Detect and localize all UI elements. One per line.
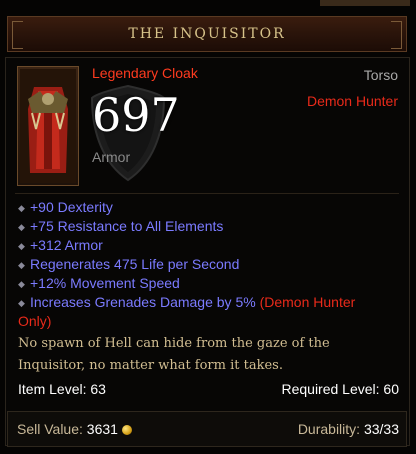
item-name: THE INQUISITOR [128,26,286,42]
affix-line: ◆ +312 Armor [18,237,103,253]
diamond-bullet-icon: ◆ [18,279,25,289]
class-restriction-note: Only) [18,313,52,329]
affix-line: ◆ +75 Resistance to All Elements [18,218,224,234]
diamond-bullet-icon: ◆ [18,260,25,270]
item-type: Legendary Cloak [92,65,198,81]
cloak-icon [20,69,76,183]
item-level: Item Level: 63 [18,381,106,397]
affix-line: ◆ Regenerates 475 Life per Second [18,256,240,272]
item-icon-frame [17,66,79,186]
affix-line: ◆ +90 Dexterity [18,199,113,215]
diamond-bullet-icon: ◆ [18,241,25,251]
top-edge-strip [320,0,410,6]
armor-value: 697 [92,88,180,142]
required-level: Required Level: 60 [281,381,399,397]
diamond-bullet-icon: ◆ [18,298,25,308]
affix-line: Only) [18,312,51,330]
affix-line: ◆ +12% Movement Speed [18,275,180,291]
gold-coin-icon [121,425,132,435]
affix-line: ◆ Increases Grenades Damage by 5% (Demon … [18,294,356,310]
class-restriction-note: (Demon Hunter [259,294,356,310]
divider [15,193,399,194]
durability: Durability: 33/33 [297,421,399,437]
class-requirement: Demon Hunter [306,93,398,109]
item-tooltip: THE INQUISITOR Legendary Cloak Torso Dem… [0,0,416,454]
sell-value: Sell Value: 3631 [17,421,132,437]
item-header: THE INQUISITOR [7,16,407,52]
armor-label: Armor [92,149,131,165]
diamond-bullet-icon: ◆ [18,203,25,213]
flavor-text: No spawn of Hell can hide from the gaze … [18,336,330,373]
item-slot: Torso [363,67,398,83]
diamond-bullet-icon: ◆ [18,222,25,232]
